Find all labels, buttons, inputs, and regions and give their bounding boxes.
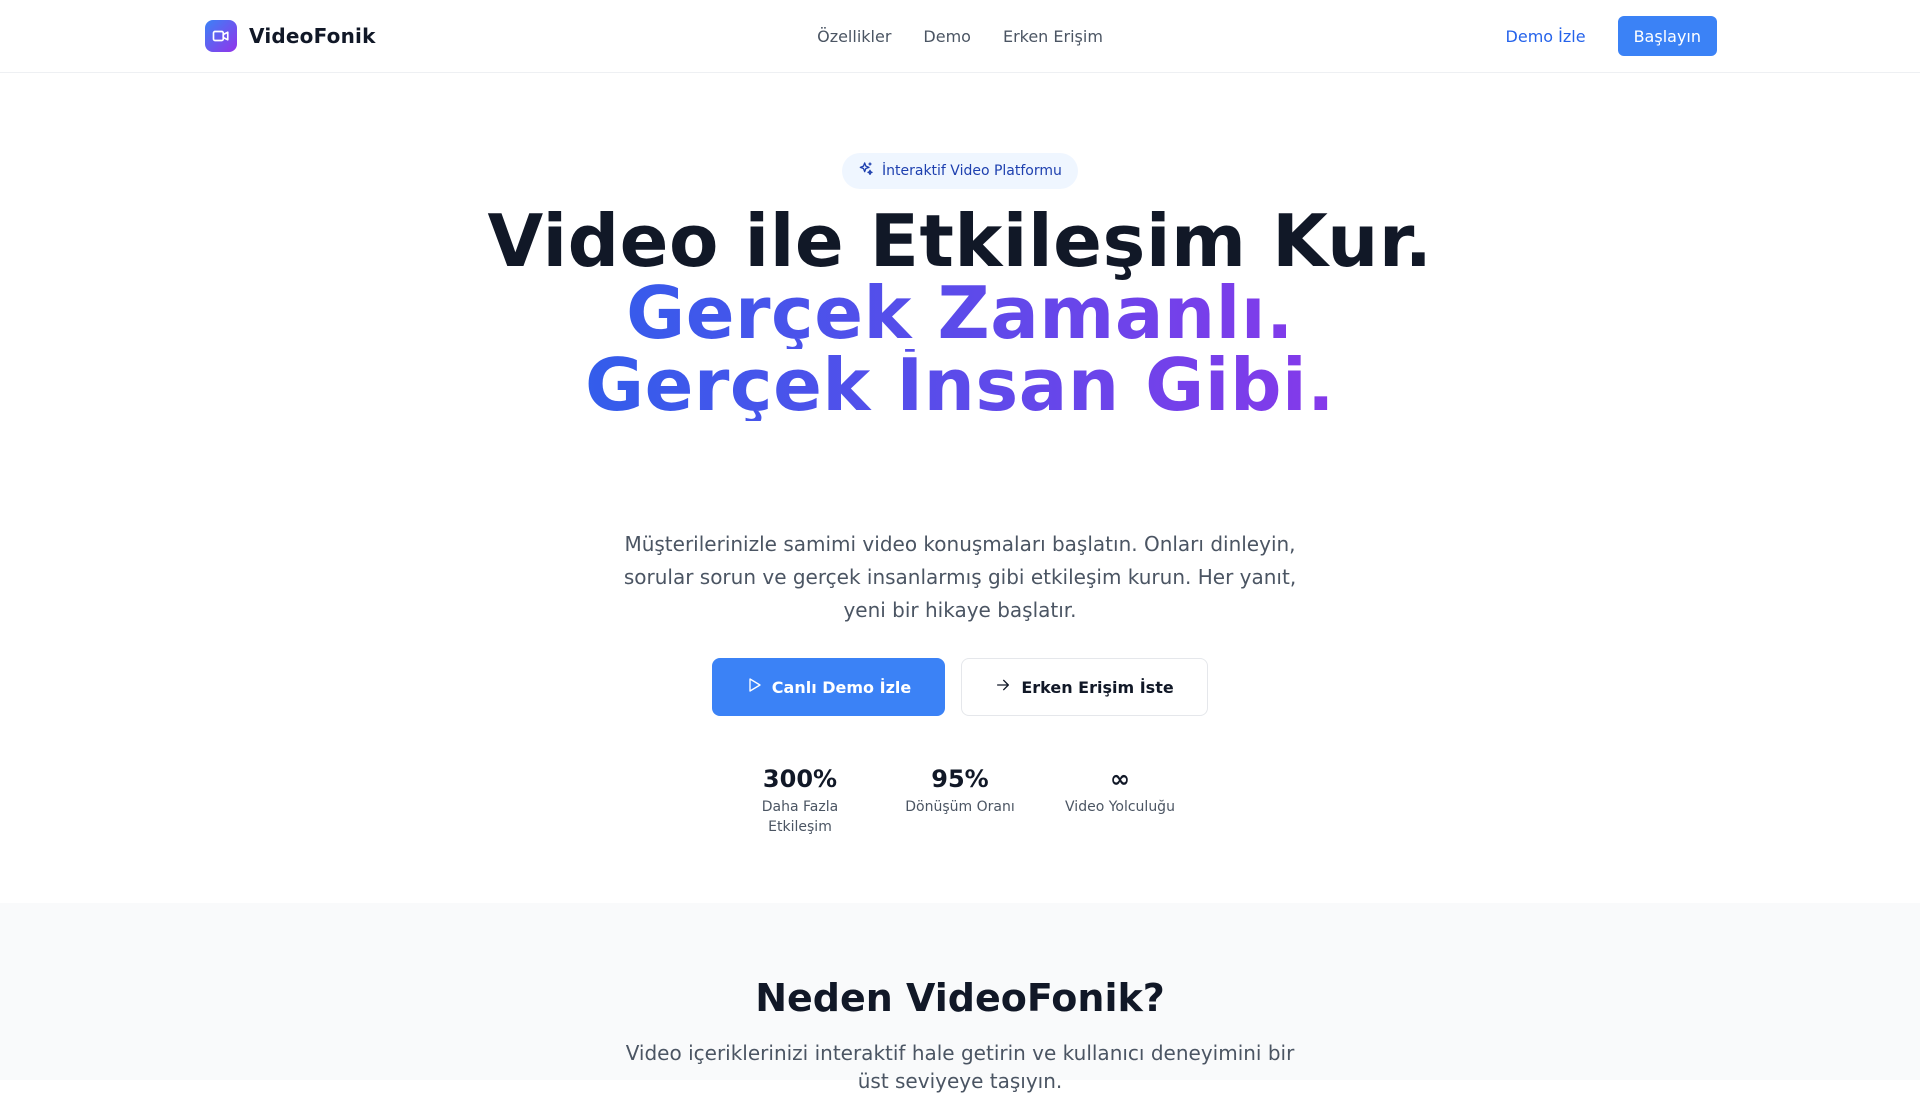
stat-value: 300% [762, 765, 838, 793]
live-demo-label: Canlı Demo İzle [771, 677, 912, 697]
badge-label: İnteraktif Video Platformu [882, 163, 1062, 179]
stat-label: Daha Fazla Etkileşim [761, 799, 839, 835]
header-actions: Demo İzle Başlayın [1506, 16, 1717, 56]
watch-demo-link[interactable]: Demo İzle [1506, 27, 1586, 46]
brand[interactable]: VideoFonik [205, 20, 376, 52]
stat-conversion: 95% Dönüşüm Oranı [896, 763, 1024, 837]
nav-item-ozellikler[interactable]: Özellikler [817, 27, 891, 46]
video-camera-icon [205, 20, 237, 52]
hero-title-line1: Video ile Etkileşim Kur. [487, 199, 1433, 283]
hero-title-line3: Gerçek İnsan Gibi. [460, 349, 1460, 421]
stat-value: 95% [931, 765, 989, 793]
early-access-label: Erken Erişim İste [1021, 677, 1174, 697]
early-access-button[interactable]: Erken Erişim İste [961, 658, 1208, 716]
nav-item-erken-erisim[interactable]: Erken Erişim [1003, 27, 1103, 46]
stats-row: 300% Daha Fazla Etkileşim 95% Dönüşüm Or… [0, 763, 1920, 837]
live-demo-button[interactable]: Canlı Demo İzle [712, 658, 945, 716]
nav-item-demo[interactable]: Demo [923, 27, 971, 46]
stat-value: ∞ [1110, 765, 1130, 793]
stat-journey: ∞ Video Yolculuğu [1056, 763, 1184, 837]
why-title: Neden VideoFonik? [755, 976, 1165, 1020]
why-section: Neden VideoFonik? Video içeriklerinizi i… [0, 903, 1920, 1093]
brand-name: VideoFonik [249, 24, 376, 48]
arrow-right-icon [995, 677, 1011, 697]
get-started-button[interactable]: Başlayın [1617, 16, 1717, 56]
hero-subtitle: Müşterilerinizle samimi video konuşmalar… [623, 532, 1297, 622]
hero-title-line2: Gerçek Zamanlı. [460, 277, 1460, 349]
hero-section: İnteraktif Video Platformu Video ile Etk… [0, 73, 1920, 903]
stat-engagement: 300% Daha Fazla Etkileşim [736, 763, 864, 837]
hero-title: Video ile Etkileşim Kur. Gerçek Zamanlı.… [460, 205, 1460, 421]
stat-label: Video Yolculuğu [1065, 799, 1175, 815]
site-header: VideoFonik Özellikler Demo Erken Erişim … [0, 0, 1920, 73]
play-icon [746, 677, 762, 697]
sparkles-icon [858, 161, 874, 181]
stat-label: Dönüşüm Oranı [905, 799, 1015, 815]
cta-row: Canlı Demo İzle Erken Erişim İste [0, 658, 1920, 716]
platform-badge: İnteraktif Video Platformu [842, 153, 1078, 189]
why-subtitle: Video içeriklerinizi interaktif hale get… [625, 1041, 1295, 1093]
